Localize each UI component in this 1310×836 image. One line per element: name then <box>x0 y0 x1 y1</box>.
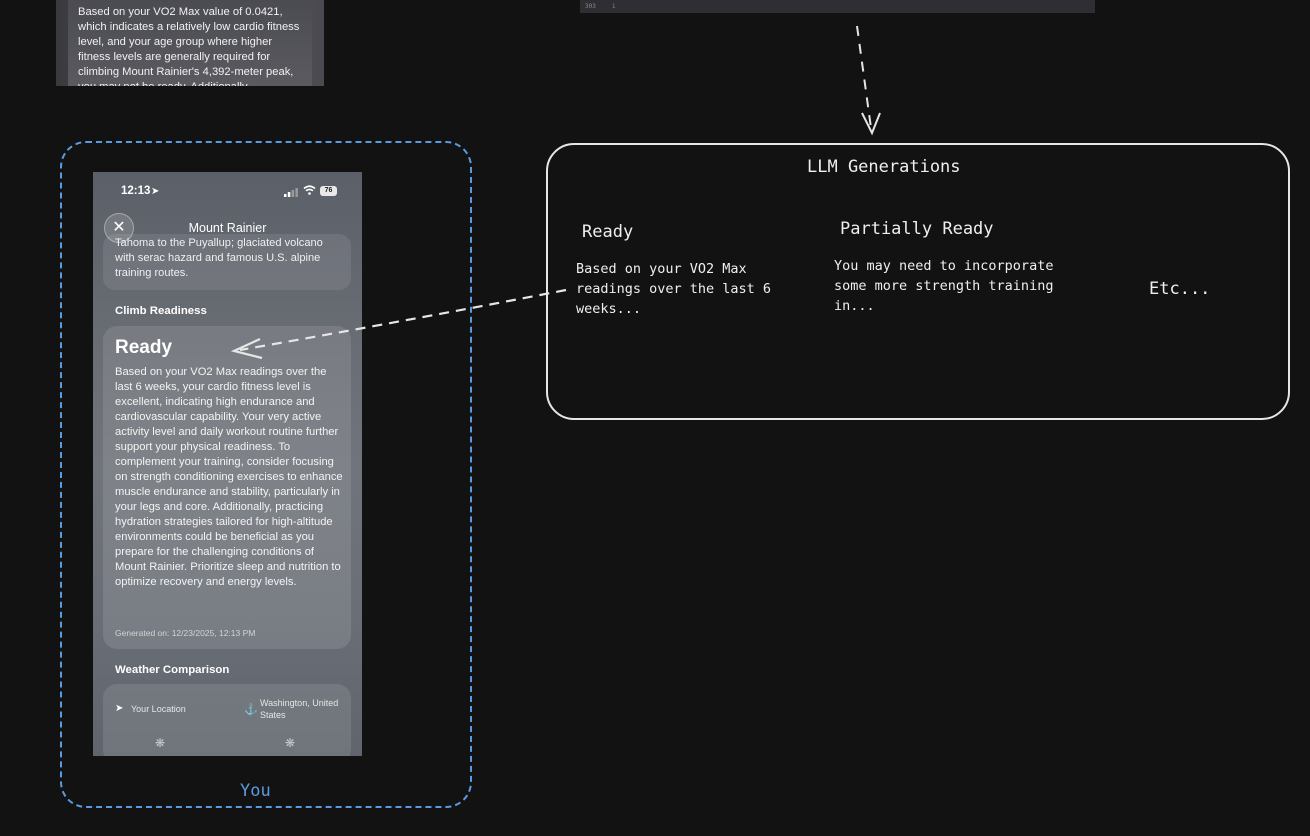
destination-label: Washington, United States <box>260 698 339 720</box>
status-time: 12:13 <box>121 185 151 197</box>
code-line-content: i <box>612 3 616 10</box>
location-arrow-icon: ➤ <box>151 186 160 197</box>
weather-comparison-heading: Weather Comparison <box>115 664 230 676</box>
generation-text: Based on your VO2 Max readings over the … <box>576 261 772 317</box>
spinner-icon: ❋ <box>155 736 166 750</box>
readiness-status: Ready <box>115 337 173 358</box>
llm-generations-title: LLM Generations <box>807 157 961 177</box>
generation-etc: Etc... <box>1149 279 1211 299</box>
climb-readiness-heading: Climb Readiness <box>115 305 207 317</box>
mountain-description: Tahoma to the Puyallup; glaciated volcan… <box>115 237 323 279</box>
phone-title: Mount Rainier <box>188 221 267 235</box>
generation-text: You may need to incorporate some more st… <box>834 258 1054 314</box>
anchor-icon: ⚓ <box>244 704 258 716</box>
spinner-icon: ❋ <box>285 736 296 750</box>
your-location-label: Your Location <box>131 704 186 714</box>
arrow-down-connector <box>856 25 872 129</box>
arrow-down-head <box>861 112 881 136</box>
top-card-panel: Based on your VO2 Max value of 0.0421, w… <box>68 0 312 86</box>
wifi-icon <box>303 185 316 195</box>
location-arrow-icon: ➤ <box>115 703 124 714</box>
signal-icon <box>284 188 298 197</box>
generation-title: Ready <box>582 222 634 242</box>
generation-title: Partially Ready <box>840 219 994 239</box>
phone-screenshot: 12:13 ➤ 76 Tahoma to the Puyallup; glaci… <box>93 172 362 756</box>
battery-icon: 76 <box>320 186 337 196</box>
top-card-text: Based on your VO2 Max value of 0.0421, w… <box>78 6 300 86</box>
you-label: You <box>240 781 271 801</box>
top-phone-card: Based on your VO2 Max value of 0.0421, w… <box>56 0 324 86</box>
readiness-body: Based on your VO2 Max readings over the … <box>115 366 343 588</box>
code-line-number: 303 <box>585 3 596 10</box>
code-editor-strip: 303 i <box>580 0 1095 13</box>
generated-timestamp: Generated on: 12/23/2025, 12:13 PM <box>115 628 256 638</box>
